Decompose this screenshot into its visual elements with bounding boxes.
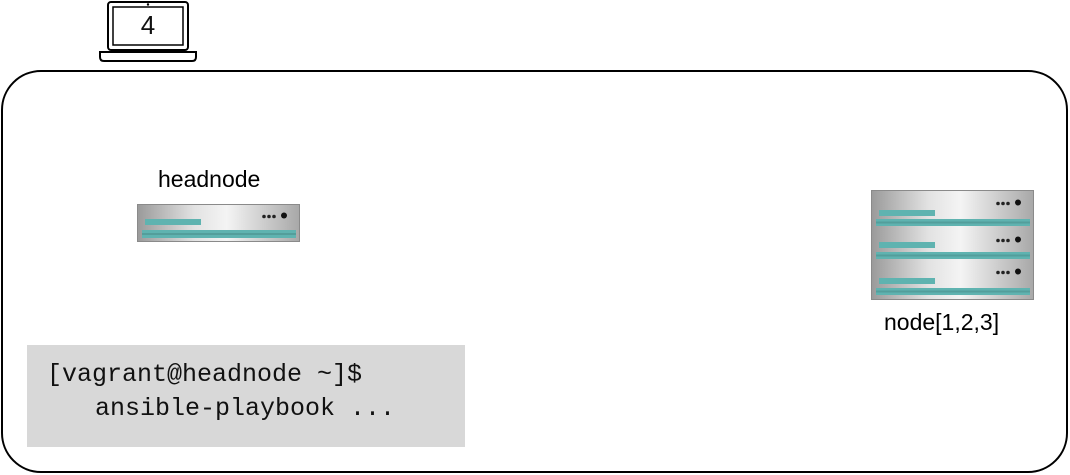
headnode-label: headnode	[158, 166, 261, 192]
terminal-box: [vagrant@headnode ~]$ ansible-playbook .…	[27, 345, 465, 447]
laptop-icon: 4	[98, 0, 200, 64]
compute-nodes-label: node[1,2,3]	[884, 309, 1000, 335]
compute-nodes-server-icon	[871, 190, 1034, 300]
headnode-server-icon	[137, 204, 300, 242]
terminal-command: ansible-playbook ...	[95, 394, 396, 423]
laptop-number: 4	[140, 10, 156, 40]
terminal-prompt: [vagrant@headnode ~]$	[47, 360, 363, 389]
